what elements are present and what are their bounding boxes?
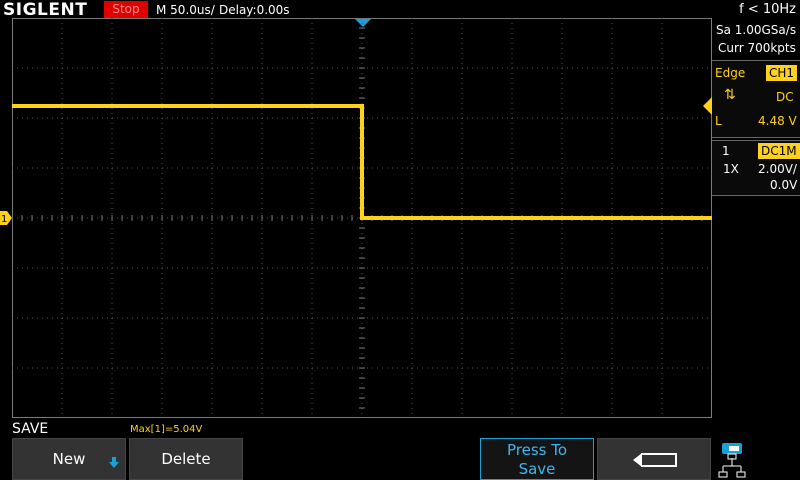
brand-logo: SIGLENT — [3, 0, 88, 20]
trigger-source: CH1 — [766, 65, 798, 81]
trigger-panel[interactable]: Edge CH1 ⇅ DC L 4.48 V — [712, 60, 800, 138]
new-button[interactable]: New — [12, 438, 126, 480]
menu-title: SAVE — [12, 421, 49, 437]
trigger-level-label: L — [715, 114, 722, 128]
return-arrow-icon — [633, 453, 677, 467]
down-arrow-icon — [109, 457, 119, 468]
new-button-label: New — [52, 450, 86, 468]
timebase-readout[interactable]: M 50.0us/ — [156, 2, 215, 18]
trigger-level-value: 4.48 V — [758, 114, 797, 128]
run-stop-indicator[interactable]: Stop — [104, 1, 148, 18]
delete-button-label: Delete — [161, 450, 211, 468]
channel1-coupling: DC1M — [758, 143, 800, 159]
waveform-display[interactable] — [12, 18, 712, 418]
channel1-probe: 1X — [723, 162, 739, 176]
trigger-type: Edge — [715, 66, 746, 80]
network-icon[interactable] — [716, 440, 746, 478]
trigger-coupling: DC — [776, 90, 794, 104]
channel1-scale: 2.00V/ — [758, 162, 797, 176]
channel1-panel[interactable]: 1 DC1M 1X 2.00V/ 0.0V — [712, 140, 800, 196]
channel1-number: 1 — [722, 144, 730, 158]
channel1-trace — [12, 104, 712, 220]
delay-readout[interactable]: Delay:0.00s — [219, 2, 290, 18]
press-to-save-line2: Save — [518, 460, 556, 478]
delete-button[interactable]: Delete — [129, 438, 243, 480]
svg-text:1: 1 — [1, 214, 7, 225]
memory-depth: Curr 700kpts — [718, 41, 796, 55]
channel1-offset-marker[interactable]: 1 — [0, 211, 12, 225]
return-button[interactable] — [597, 438, 711, 480]
measurement-readout: Max[1]=5.04V — [130, 424, 203, 435]
trigger-level-marker[interactable] — [703, 97, 712, 115]
channel1-offset: 0.0V — [770, 178, 798, 192]
slope-icon: ⇅ — [724, 87, 736, 103]
press-to-save-line1: Press To — [506, 441, 568, 459]
graticule — [12, 18, 712, 418]
sample-rate: Sa 1.00GSa/s — [716, 23, 797, 37]
status-bar: SIGLENT Stop M 50.0us/ Delay:0.00s f < 1… — [0, 0, 800, 20]
frequency-counter: f < 10Hz — [739, 2, 796, 17]
press-to-save-button[interactable]: Press To Save — [480, 438, 594, 480]
